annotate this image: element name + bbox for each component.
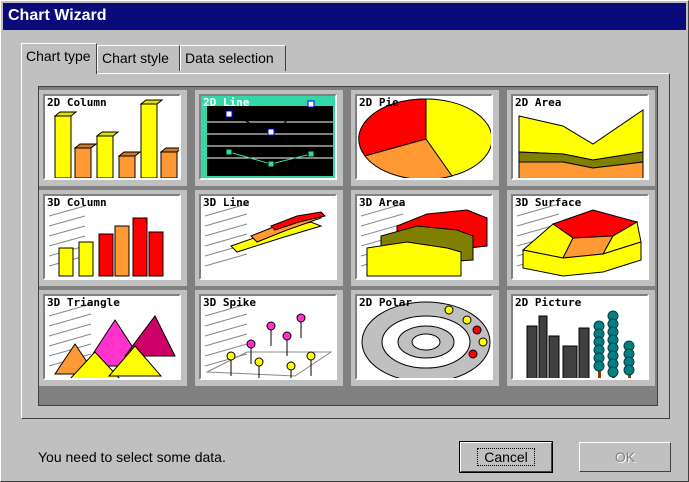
chart-type-preview: 2D Pie	[355, 94, 493, 180]
chart-type-panel: 2D Column 2D Line 2D Pie 2D Area 3D Column 3D…	[21, 73, 670, 419]
chart-type-grid: 2D Column 2D Line 2D Pie 2D Area 3D Column 3D…	[38, 86, 658, 406]
chart-type-tile[interactable]: 3D Area	[351, 190, 499, 286]
tab-chart-type[interactable]: Chart type	[21, 43, 97, 74]
chart-type-preview: 2D Area	[511, 94, 649, 180]
chart-wizard-window: Chart Wizard Chart type Chart style Data…	[0, 0, 689, 482]
chart-type-preview: 3D Line	[199, 194, 337, 280]
chart-type-preview: 2D Polar	[355, 294, 493, 380]
chart-type-label: 2D Line	[203, 96, 250, 109]
chart-type-preview: 3D Spike	[199, 294, 337, 380]
window-title: Chart Wizard	[8, 7, 107, 24]
chart-type-label: 2D Area	[515, 96, 562, 109]
chart-type-tile[interactable]: 2D Pie	[351, 90, 499, 186]
chart-type-label: 3D Area	[359, 196, 406, 209]
chart-type-preview: 3D Surface	[511, 194, 649, 280]
cancel-button-label: Cancel	[477, 448, 535, 466]
chart-type-tile[interactable]: 2D Line	[195, 90, 343, 186]
chart-type-tile[interactable]: 2D Picture	[507, 290, 655, 386]
chart-type-label: 3D Triangle	[47, 296, 120, 309]
chart-type-label: 3D Spike	[203, 296, 256, 309]
chart-type-tile[interactable]: 3D Line	[195, 190, 343, 286]
chart-type-label: 3D Line	[203, 196, 250, 209]
chart-type-preview: 2D Picture	[511, 294, 649, 380]
title-bar[interactable]: Chart Wizard	[3, 3, 686, 30]
chart-type-tile[interactable]: 3D Spike	[195, 290, 343, 386]
chart-type-preview: 3D Triangle	[43, 294, 181, 380]
tab-data-selection[interactable]: Data selection	[180, 45, 286, 71]
chart-type-label: 2D Polar	[359, 296, 412, 309]
chart-type-tile[interactable]: 3D Column	[39, 190, 187, 286]
chart-type-preview: 3D Area	[355, 194, 493, 280]
chart-type-preview: 3D Column	[43, 194, 181, 280]
chart-type-label: 3D Column	[47, 196, 107, 209]
chart-type-tile[interactable]: 3D Triangle	[39, 290, 187, 386]
chart-type-label: 2D Picture	[515, 296, 582, 309]
chart-type-tile[interactable]: 3D Surface	[507, 190, 655, 286]
chart-type-label: 2D Pie	[359, 96, 399, 109]
ok-button[interactable]: OK	[579, 442, 671, 472]
cancel-button[interactable]: Cancel	[459, 441, 553, 473]
chart-type-label: 2D Column	[47, 96, 107, 109]
chart-type-preview: 2D Column	[43, 94, 181, 180]
chart-type-tile[interactable]: 2D Polar	[351, 290, 499, 386]
chart-type-preview: 2D Line	[199, 94, 337, 180]
status-message: You need to select some data.	[38, 449, 226, 465]
tab-chart-style[interactable]: Chart style	[97, 45, 180, 71]
chart-type-tile[interactable]: 2D Column	[39, 90, 187, 186]
chart-type-label: 3D Surface	[515, 196, 582, 209]
chart-type-tile[interactable]: 2D Area	[507, 90, 655, 186]
